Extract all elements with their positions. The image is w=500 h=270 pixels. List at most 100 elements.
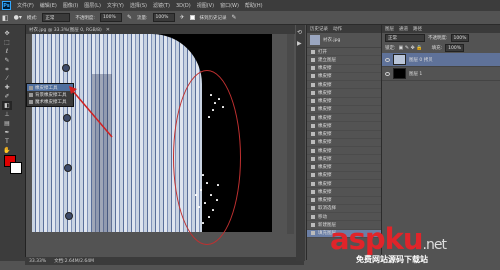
document-tab[interactable]: 衬衣.jpg @ 33.3%(图层 0, RGB/8) bbox=[25, 27, 106, 33]
menu-type[interactable]: 文字(Y) bbox=[107, 2, 124, 9]
watermark-subtitle: 免费网站源码下载站 bbox=[356, 255, 428, 264]
flyout-eraser-tool[interactable]: 橡皮擦工具 bbox=[27, 84, 73, 91]
history-item[interactable]: 取消选择 bbox=[307, 205, 381, 213]
pressure-opacity-icon[interactable]: ✎ bbox=[127, 14, 132, 21]
history-item[interactable]: 橡皮擦 bbox=[307, 106, 381, 114]
history-item[interactable]: 橡皮擦 bbox=[307, 172, 381, 180]
menu-window[interactable]: 窗口(W) bbox=[220, 2, 239, 9]
menu-help[interactable]: 帮助(H) bbox=[245, 2, 263, 9]
menu-select[interactable]: 选择(S) bbox=[130, 2, 147, 9]
history-item[interactable]: 橡皮擦 bbox=[307, 73, 381, 81]
menu-layer[interactable]: 图层(L) bbox=[84, 2, 101, 9]
gradient-tool-icon[interactable]: ▤ bbox=[2, 119, 12, 128]
history-item[interactable]: 橡皮擦 bbox=[307, 65, 381, 73]
stamp-tool-icon[interactable]: ⊥ bbox=[2, 110, 12, 119]
lock-icons[interactable]: ▣ ✎ ✥ 🔒 bbox=[399, 45, 423, 51]
history-item[interactable]: 橡皮擦 bbox=[307, 188, 381, 197]
opacity-field[interactable]: 100% bbox=[99, 13, 122, 22]
eraser-tool-icon[interactable]: ◧ bbox=[2, 14, 9, 22]
history-step-icon bbox=[311, 198, 315, 203]
history-item[interactable]: 移动 bbox=[307, 213, 381, 222]
history-item[interactable]: 橡皮擦 bbox=[307, 131, 381, 139]
history-item[interactable]: 橡皮擦 bbox=[307, 81, 381, 90]
airbrush-icon[interactable]: ✈ bbox=[180, 14, 185, 21]
history-item[interactable]: 橡皮擦 bbox=[307, 197, 381, 205]
crop-tool-icon[interactable]: ⌗ bbox=[2, 65, 12, 74]
layer-row[interactable]: 图层 1 bbox=[382, 67, 500, 81]
layer-row[interactable]: 图层 0 拷贝 bbox=[382, 53, 500, 67]
history-item[interactable]: 橡皮擦 bbox=[307, 164, 381, 172]
history-step-icon bbox=[311, 49, 315, 54]
history-step-icon bbox=[311, 173, 315, 178]
history-item[interactable]: 橡皮擦 bbox=[307, 180, 381, 189]
history-item[interactable]: 建立图层 bbox=[307, 56, 381, 65]
tab-actions[interactable]: 动作 bbox=[333, 26, 342, 32]
history-item[interactable]: 橡皮擦 bbox=[307, 98, 381, 106]
layer-opacity-label: 不透明度: bbox=[428, 36, 448, 41]
eyedropper-tool-icon[interactable]: ⁄ bbox=[2, 74, 12, 83]
canvas-scrollbar[interactable] bbox=[287, 34, 294, 234]
blend-mode-select[interactable]: 正常 bbox=[385, 34, 425, 42]
lasso-tool-icon[interactable]: ℓ bbox=[2, 47, 12, 56]
layers-panel-header: 图层 通道 路径 bbox=[382, 25, 500, 33]
shirt-button bbox=[62, 64, 70, 72]
menu-view[interactable]: 视图(V) bbox=[197, 2, 214, 9]
history-step-icon bbox=[311, 165, 315, 170]
history-item-label: 移动 bbox=[318, 214, 327, 220]
history-item[interactable]: 橡皮擦 bbox=[307, 155, 381, 164]
erase-history-checkbox[interactable] bbox=[189, 15, 195, 20]
watermark-net: .net bbox=[422, 237, 447, 253]
fill-field[interactable]: 100% bbox=[445, 44, 465, 52]
eraser-flyout-menu: 橡皮擦工具 背景橡皮擦工具 魔术橡皮擦工具 bbox=[26, 83, 74, 107]
visibility-eye-icon[interactable] bbox=[385, 71, 390, 76]
flyout-background-eraser-tool[interactable]: 背景橡皮擦工具 bbox=[27, 91, 73, 98]
annotation-ellipse bbox=[173, 70, 241, 245]
history-item-label: 橡皮擦 bbox=[318, 165, 332, 171]
brush-tool-icon[interactable]: ✐ bbox=[2, 92, 12, 101]
hand-tool-icon[interactable]: ✋ bbox=[2, 146, 12, 155]
pen-tool-icon[interactable]: ✒ bbox=[2, 128, 12, 137]
menu-image[interactable]: 图像(I) bbox=[63, 2, 78, 9]
menu-filter[interactable]: 滤镜(T) bbox=[153, 2, 170, 9]
eraser-tool-active-icon[interactable]: ◧ bbox=[2, 101, 12, 110]
quick-select-tool-icon[interactable]: ✎ bbox=[2, 56, 12, 65]
layer-opacity-field[interactable]: 100% bbox=[450, 34, 470, 42]
close-icon[interactable]: ✕ bbox=[106, 27, 110, 33]
history-item[interactable]: 橡皮擦 bbox=[307, 89, 381, 98]
history-item[interactable]: 橡皮擦 bbox=[307, 122, 381, 131]
history-step-icon bbox=[311, 57, 315, 62]
history-step-icon bbox=[311, 99, 315, 104]
history-step-icon bbox=[311, 107, 315, 112]
history-panel-icon[interactable]: ⟲ bbox=[297, 29, 304, 36]
history-list: 打开 建立图层 橡皮擦 橡皮擦 橡皮擦 橡皮擦 橡皮擦 橡皮擦 橡皮擦 橡皮擦 橡皮擦 橡皮擦 橡皮擦橡… bbox=[307, 48, 381, 238]
visibility-eye-icon[interactable] bbox=[385, 57, 390, 62]
flyout-magic-eraser-tool[interactable]: 魔术橡皮擦工具 bbox=[27, 98, 73, 105]
type-tool-icon[interactable]: T bbox=[2, 137, 12, 146]
tab-history[interactable]: 历史记录 bbox=[310, 26, 328, 32]
tab-layers[interactable]: 图层 bbox=[385, 26, 394, 32]
brush-preset-icon[interactable]: ●▾ bbox=[14, 14, 22, 21]
lock-label: 锁定: bbox=[385, 46, 396, 51]
zoom-level[interactable]: 33.33% bbox=[29, 259, 46, 264]
history-snapshot[interactable]: 衬衣.jpg bbox=[307, 33, 381, 48]
pressure-size-icon[interactable]: ✎ bbox=[232, 14, 237, 21]
history-item[interactable]: 橡皮擦 bbox=[307, 147, 381, 156]
history-item[interactable]: 橡皮擦 bbox=[307, 114, 381, 123]
history-item[interactable]: 橡皮擦 bbox=[307, 139, 381, 147]
tab-channels[interactable]: 通道 bbox=[399, 26, 408, 32]
menu-file[interactable]: 文件(F) bbox=[17, 2, 34, 9]
flow-field[interactable]: 100% bbox=[152, 13, 175, 22]
marquee-tool-icon[interactable]: ⬚ bbox=[2, 38, 12, 47]
shirt-shadow bbox=[92, 74, 112, 232]
menu-edit[interactable]: 编辑(E) bbox=[40, 2, 57, 9]
mode-select[interactable]: 正常 bbox=[42, 13, 71, 22]
menu-3d[interactable]: 3D(D) bbox=[176, 3, 191, 9]
tab-paths[interactable]: 路径 bbox=[413, 26, 422, 32]
move-tool-icon[interactable]: ✥ bbox=[2, 29, 12, 38]
actions-panel-icon[interactable]: ▶ bbox=[297, 40, 304, 47]
flow-label: 流量: bbox=[136, 15, 148, 21]
background-color-swatch[interactable] bbox=[10, 162, 22, 174]
history-item[interactable]: 打开 bbox=[307, 48, 381, 57]
healing-tool-icon[interactable]: ✚ bbox=[2, 83, 12, 92]
shirt-button bbox=[64, 164, 72, 172]
